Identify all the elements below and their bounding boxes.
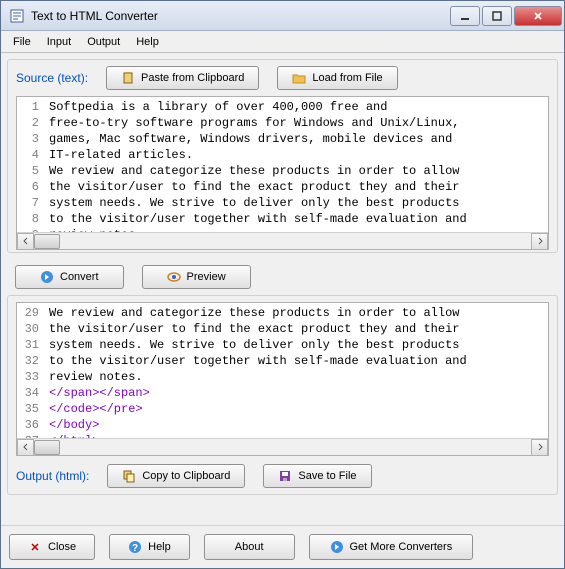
folder-open-icon (292, 71, 306, 85)
output-panel: 293031323334353637 We review and categor… (7, 295, 558, 495)
output-gutter: 293031323334353637 (17, 303, 45, 438)
close-button[interactable]: ✕ Close (9, 534, 95, 560)
help-icon: ? (128, 540, 142, 554)
window-title: Text to HTML Converter (31, 9, 450, 23)
copy-icon (122, 469, 136, 483)
close-window-button[interactable] (514, 6, 562, 26)
paste-clipboard-button[interactable]: Paste from Clipboard (106, 66, 259, 90)
titlebar[interactable]: Text to HTML Converter (1, 1, 564, 31)
source-editor[interactable]: 123456789 Softpedia is a library of over… (16, 96, 549, 250)
app-window: Text to HTML Converter File Input Output… (0, 0, 565, 569)
source-panel: Source (text): Paste from Clipboard Load… (7, 59, 558, 253)
source-toolbar: Source (text): Paste from Clipboard Load… (8, 60, 557, 96)
scroll-left-button[interactable] (17, 439, 34, 456)
output-label: Output (html): (16, 469, 89, 483)
menu-help[interactable]: Help (128, 33, 167, 51)
source-hscroll (17, 232, 548, 249)
save-file-button[interactable]: Save to File (263, 464, 371, 488)
convert-button[interactable]: Convert (15, 265, 124, 289)
preview-button[interactable]: Preview (142, 265, 251, 289)
menu-file[interactable]: File (5, 33, 39, 51)
action-toolbar: Convert Preview (7, 259, 558, 295)
scroll-right-button[interactable] (531, 439, 548, 456)
more-icon (330, 540, 344, 554)
output-toolbar: Output (html): Copy to Clipboard Save to… (8, 458, 557, 494)
output-editor[interactable]: 293031323334353637 We review and categor… (16, 302, 549, 456)
menubar: File Input Output Help (1, 31, 564, 53)
scroll-track[interactable] (34, 439, 531, 456)
help-button[interactable]: ? Help (109, 534, 190, 560)
source-label: Source (text): (16, 71, 88, 85)
get-more-button[interactable]: Get More Converters (309, 534, 474, 560)
scroll-thumb[interactable] (34, 440, 60, 455)
maximize-button[interactable] (482, 6, 512, 26)
clipboard-icon (121, 71, 135, 85)
close-icon: ✕ (28, 540, 42, 554)
scroll-right-button[interactable] (531, 233, 548, 250)
scroll-track[interactable] (34, 233, 531, 250)
svg-text:?: ? (132, 543, 138, 554)
scroll-left-button[interactable] (17, 233, 34, 250)
content-area: Source (text): Paste from Clipboard Load… (1, 53, 564, 525)
app-icon (9, 8, 25, 24)
window-controls (450, 6, 562, 26)
eye-icon (167, 270, 181, 284)
convert-icon (40, 270, 54, 284)
menu-input[interactable]: Input (39, 33, 79, 51)
output-code[interactable]: We review and categorize these products … (45, 303, 548, 438)
save-icon (278, 469, 292, 483)
scroll-thumb[interactable] (34, 234, 60, 249)
source-gutter: 123456789 (17, 97, 45, 232)
menu-output[interactable]: Output (79, 33, 128, 51)
copy-clipboard-button[interactable]: Copy to Clipboard (107, 464, 245, 488)
footer-bar: ✕ Close ? Help About Get More Converters (1, 525, 564, 568)
output-hscroll (17, 438, 548, 455)
source-code[interactable]: Softpedia is a library of over 400,000 f… (45, 97, 548, 232)
about-button[interactable]: About (204, 534, 295, 560)
minimize-button[interactable] (450, 6, 480, 26)
load-file-button[interactable]: Load from File (277, 66, 397, 90)
